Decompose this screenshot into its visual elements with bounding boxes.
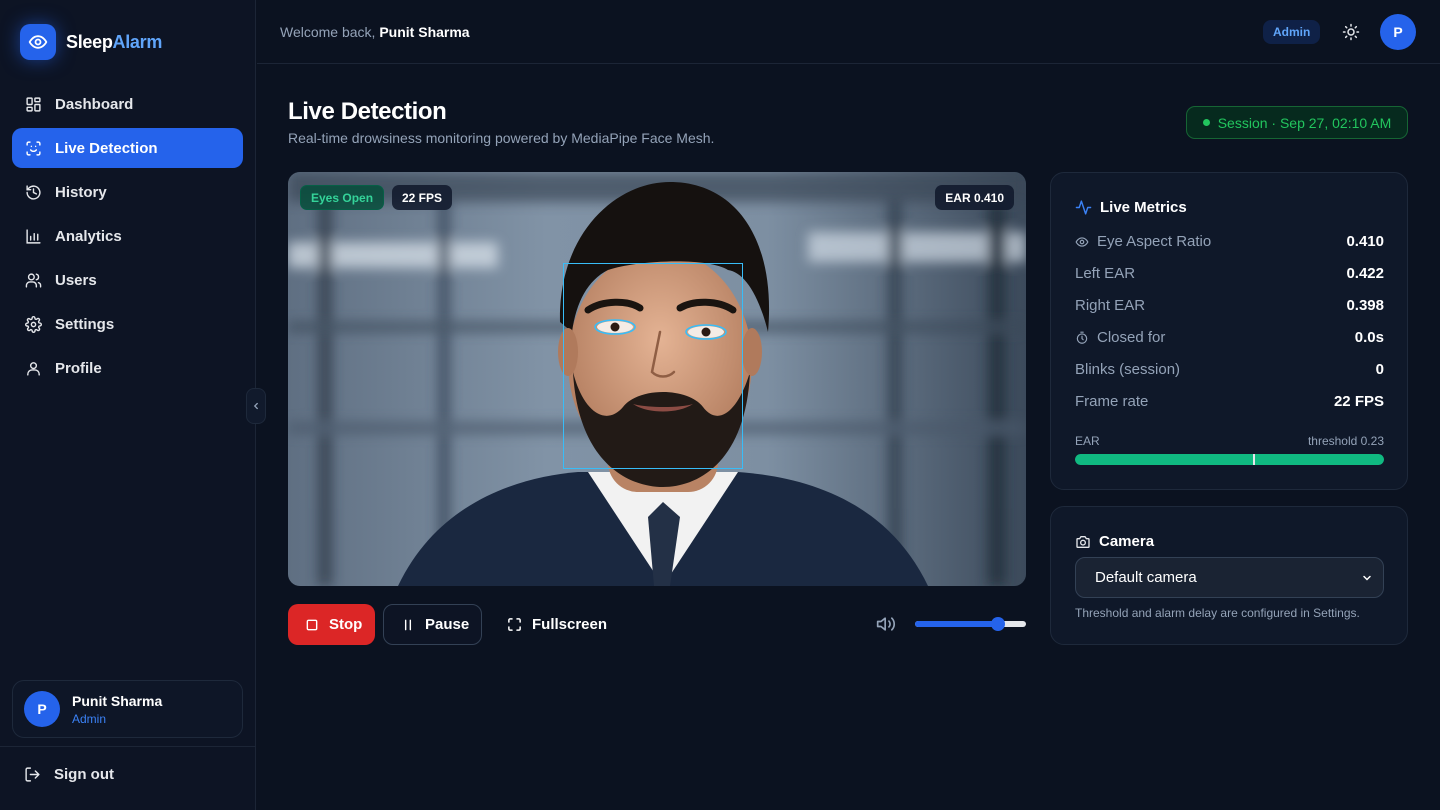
- ear-progress-fill: [1075, 454, 1384, 465]
- fps-badge: 22 FPS: [392, 185, 453, 210]
- metric-row-ear: Eye Aspect Ratio 0.410: [1075, 233, 1384, 250]
- session-badge: Session · Sep 27, 02:10 AM: [1186, 106, 1408, 139]
- camera-card: Camera Default camera Threshold and alar…: [1050, 506, 1408, 645]
- timer-icon: [1076, 331, 1088, 344]
- sidebar-item-live-detection[interactable]: Live Detection: [12, 128, 243, 168]
- page-subtitle: Real-time drowsiness monitoring powered …: [288, 130, 715, 146]
- sidebar-item-label: Profile: [55, 359, 102, 377]
- eyes-status-badge: Eyes Open: [300, 185, 385, 210]
- volume-fill: [915, 621, 998, 627]
- volume-icon[interactable]: [876, 614, 896, 639]
- user-card[interactable]: P Punit Sharma Admin: [12, 680, 243, 738]
- bar-chart-icon: [26, 228, 41, 244]
- metric-row-right-ear: Right EAR 0.398: [1075, 297, 1384, 314]
- sidebar-item-profile[interactable]: Profile: [12, 348, 243, 388]
- sidebar-divider: [0, 746, 256, 747]
- gear-icon: [25, 315, 42, 333]
- eye-icon: [1075, 236, 1089, 247]
- chevron-left-icon: [253, 402, 258, 410]
- sidebar-collapse-button[interactable]: [246, 388, 266, 424]
- sidebar-item-history[interactable]: History: [12, 172, 243, 212]
- sidebar-item-settings[interactable]: Settings: [12, 304, 243, 344]
- sidebar-item-label: Settings: [55, 315, 115, 333]
- brand-name: SleepAlarm: [66, 31, 163, 52]
- pause-button[interactable]: Pause: [383, 604, 482, 645]
- stop-button[interactable]: Stop: [288, 604, 375, 645]
- fullscreen-button[interactable]: Fullscreen: [490, 604, 610, 645]
- metric-row-left-ear: Left EAR 0.422: [1075, 265, 1384, 282]
- pause-icon: [404, 619, 412, 630]
- stop-icon: [306, 619, 318, 630]
- camera-note: Threshold and alarm delay are configured…: [1075, 606, 1360, 620]
- sidebar-item-users[interactable]: Users: [12, 260, 243, 300]
- sidebar-item-dashboard[interactable]: Dashboard: [12, 84, 243, 124]
- grid-icon: [26, 96, 41, 112]
- volume-thumb[interactable]: [990, 617, 1005, 631]
- live-metrics-card: Live Metrics Eye Aspect Ratio 0.410 Left…: [1050, 172, 1408, 490]
- metric-row-closed-for: Closed for 0.0s: [1075, 329, 1384, 346]
- chevron-down-icon: [1363, 575, 1371, 581]
- ear-badge: EAR 0.410: [935, 185, 1014, 210]
- threshold-marker: [1252, 454, 1255, 465]
- logout-icon: [25, 767, 40, 782]
- session-text: Session · Sep 27, 02:10 AM: [1217, 114, 1392, 131]
- video-feed: Eyes Open 22 FPS EAR 0.410: [288, 172, 1026, 586]
- ear-progress-bar: [1075, 454, 1384, 465]
- sidebar-item-label: Analytics: [55, 227, 122, 245]
- live-metrics-title: Live Metrics: [1075, 199, 1187, 216]
- sign-out-label: Sign out: [54, 766, 114, 783]
- sidebar-item-analytics[interactable]: Analytics: [12, 216, 243, 256]
- sidebar: SleepAlarm Dashboard Live Detection Hist…: [0, 0, 256, 810]
- camera-icon: [1076, 535, 1090, 548]
- eye-icon: [20, 24, 56, 60]
- scan-face-icon: [26, 140, 41, 156]
- welcome-text: Welcome back, Punit Sharma: [280, 24, 470, 40]
- brand[interactable]: SleepAlarm: [20, 24, 162, 60]
- users-icon: [25, 272, 42, 288]
- metric-row-blinks: Blinks (session) 0: [1075, 361, 1384, 378]
- theme-toggle-button[interactable]: [1339, 20, 1363, 44]
- sidebar-item-label: Dashboard: [55, 95, 134, 113]
- page-title: Live Detection: [288, 98, 447, 125]
- volume-slider[interactable]: [915, 617, 1026, 631]
- role-badge: Admin: [1263, 20, 1321, 44]
- camera-title: Camera: [1075, 533, 1154, 550]
- status-dot: [1202, 119, 1210, 126]
- camera-select[interactable]: Default camera: [1075, 557, 1384, 598]
- sidebar-item-label: Users: [55, 271, 97, 289]
- ear-bar-labels: EAR threshold 0.23: [1075, 434, 1384, 448]
- activity-icon: [1075, 200, 1092, 215]
- metric-row-frame-rate: Frame rate 22 FPS: [1075, 393, 1384, 410]
- user-role: Admin: [72, 711, 107, 726]
- sidebar-item-label: Live Detection: [55, 139, 158, 157]
- face-bounding-box: [563, 263, 743, 469]
- top-header: Welcome back, Punit Sharma Admin P: [257, 0, 1440, 64]
- user-icon: [27, 361, 40, 376]
- avatar: P: [24, 691, 60, 727]
- fullscreen-icon: [508, 618, 521, 631]
- sidebar-item-label: History: [55, 183, 107, 201]
- header-avatar[interactable]: P: [1380, 14, 1416, 50]
- history-icon: [26, 184, 41, 200]
- user-name: Punit Sharma: [72, 692, 163, 709]
- sidebar-nav: Dashboard Live Detection History Analyti…: [12, 84, 243, 392]
- sign-out-button[interactable]: Sign out: [24, 766, 114, 783]
- sun-icon: [1342, 23, 1360, 41]
